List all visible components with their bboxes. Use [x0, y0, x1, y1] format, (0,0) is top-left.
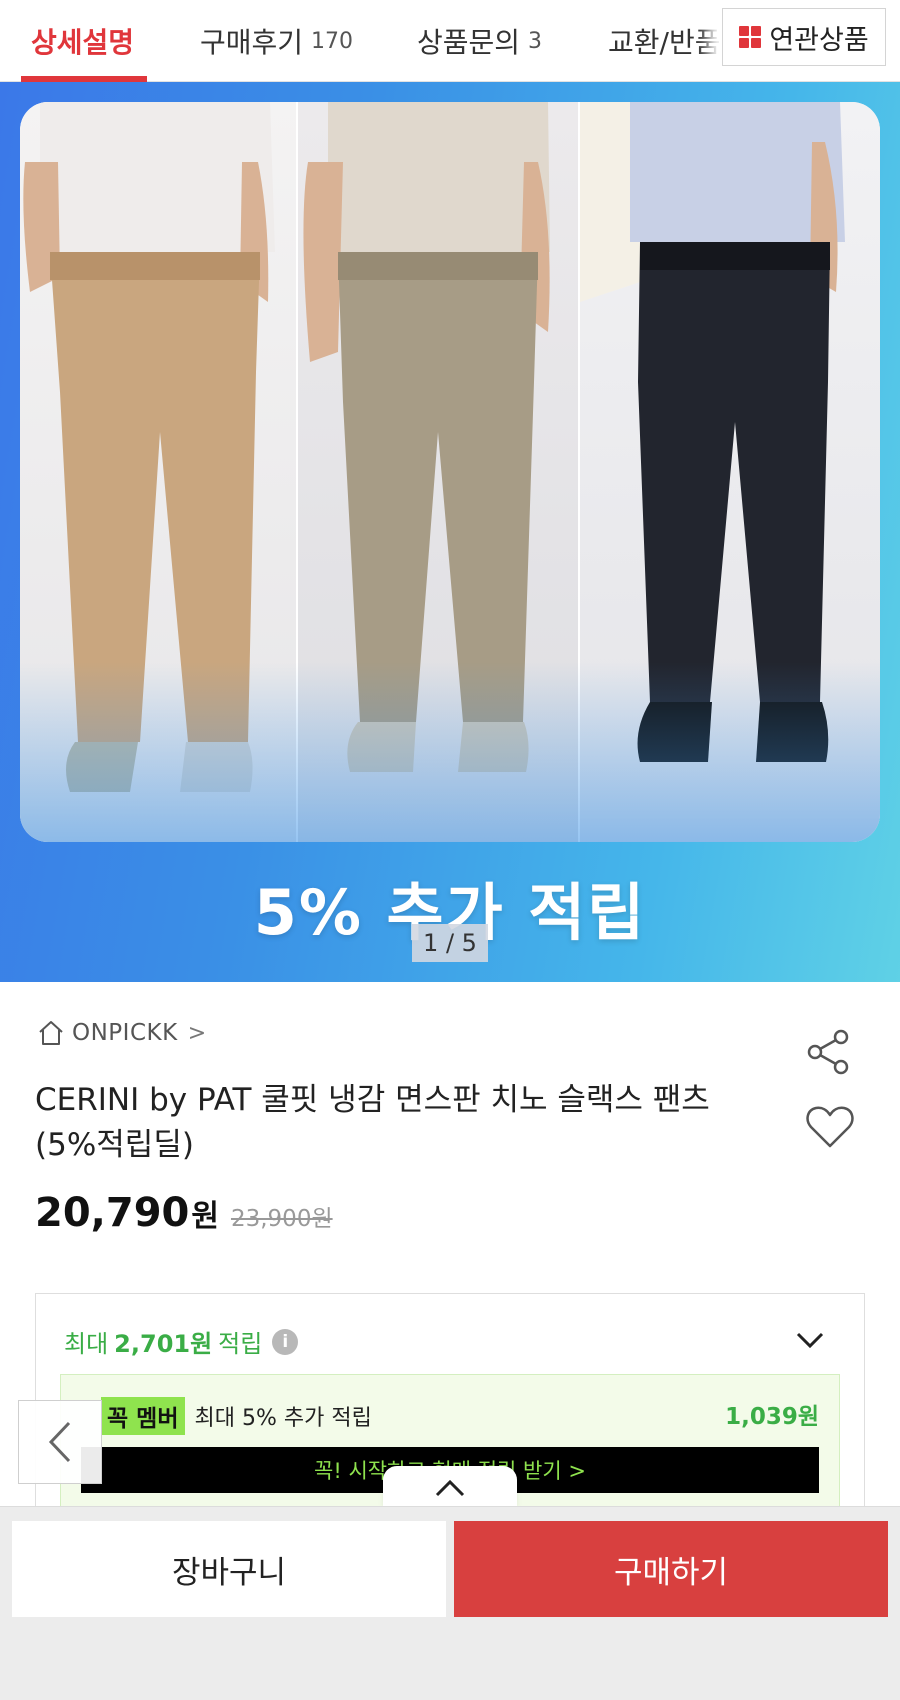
heart-icon[interactable] [805, 1104, 855, 1150]
member-badge: 꼭 멤버 [101, 1397, 185, 1435]
original-price: 23,900원 [230, 1206, 333, 1232]
product-image-carousel[interactable]: 5% 추가 적립 1 / 5 [0, 82, 900, 982]
reward-prefix: 최대 [64, 1330, 109, 1358]
home-icon [39, 1021, 63, 1045]
tab-exchange-return[interactable]: 교환/반품 [608, 0, 720, 82]
member-reward-row: 꼭 멤버 최대 5% 추가 적립 [101, 1397, 372, 1435]
brand-link[interactable]: ONPICKK > [36, 1018, 207, 1048]
tab-details[interactable]: 상세설명 [31, 0, 134, 82]
currency-label: 원 [191, 1199, 219, 1234]
product-title: CERINI by PAT 쿨핏 냉감 면스판 치노 슬랙스 팬츠 (5%적립딜… [35, 1082, 710, 1163]
chevron-left-icon [48, 1421, 71, 1463]
related-products-label: 연관상품 [769, 24, 869, 56]
tab-inquiries[interactable]: 상품문의 3 [417, 0, 542, 82]
price-row: 20,790 원 23,900원 [35, 1190, 333, 1236]
info-icon[interactable]: i [272, 1328, 299, 1355]
chevron-down-icon[interactable] [794, 1324, 826, 1356]
grid-icon [739, 26, 762, 48]
image-gradient-overlay [20, 662, 880, 842]
member-reward-amount: 1,039원 [725, 1404, 819, 1430]
chevron-up-icon [435, 1479, 465, 1497]
back-button[interactable] [18, 1400, 102, 1484]
tab-reviews-label: 구매후기 [200, 26, 304, 59]
tab-details-label: 상세설명 [31, 26, 135, 59]
add-to-cart-button[interactable]: 장바구니 [12, 1521, 446, 1617]
tab-exchange-return-label: 교환/반품 [608, 26, 721, 59]
tab-bar: 상세설명 구매후기 170 상품문의 3 교환/반품 연관상품 [0, 0, 900, 82]
carousel-pager: 1 / 5 [412, 924, 488, 962]
tab-inquiries-label: 상품문의 [417, 26, 521, 59]
sale-price: 20,790 [35, 1190, 190, 1236]
brand-name: ONPICKK [72, 1020, 178, 1046]
member-reward-text: 최대 5% 추가 적립 [194, 1406, 372, 1431]
reward-amount: 2,701원 [114, 1330, 213, 1358]
tab-reviews-count: 170 [311, 28, 354, 54]
tab-reviews[interactable]: 구매후기 170 [200, 0, 353, 82]
bottom-action-bar: 장바구니 구매하기 [0, 1506, 900, 1700]
reward-suffix: 적립 [218, 1330, 263, 1358]
chevron-right-icon: > [187, 1020, 207, 1046]
product-photo [20, 102, 880, 842]
expand-options-tab[interactable] [383, 1466, 517, 1510]
buy-now-button[interactable]: 구매하기 [454, 1521, 888, 1617]
related-products-button[interactable]: 연관상품 [722, 8, 886, 66]
reward-summary[interactable]: 최대 2,701원 적립 i [64, 1324, 299, 1359]
share-icon[interactable] [805, 1028, 853, 1076]
tab-inquiries-count: 3 [528, 28, 543, 54]
